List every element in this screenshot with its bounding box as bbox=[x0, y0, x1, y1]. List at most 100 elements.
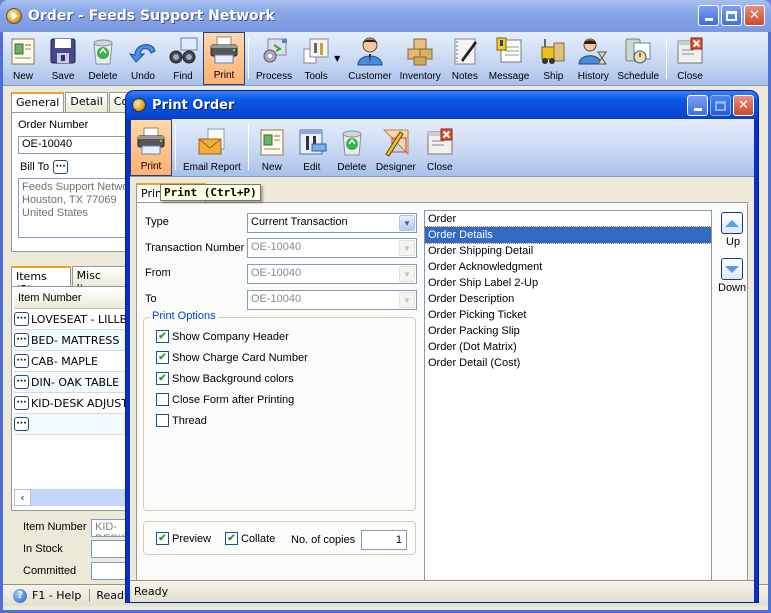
close-button[interactable]: ✕ bbox=[744, 5, 765, 26]
toolbar-button-label: Schedule bbox=[617, 71, 660, 82]
tab-general[interactable]: General bbox=[11, 92, 65, 113]
toolbar-delete-button[interactable]: Delete bbox=[332, 119, 372, 176]
message-icon bbox=[493, 35, 525, 67]
report-list-item[interactable]: Order Detail (Cost) bbox=[425, 355, 711, 371]
order-number-input[interactable]: OE-10040 bbox=[18, 136, 143, 154]
option-thread-checkbox[interactable]: Thread bbox=[156, 414, 207, 427]
tab-detail[interactable]: Detail bbox=[65, 92, 108, 112]
dialog-close-button[interactable]: ✕ bbox=[733, 95, 754, 116]
move-down-button[interactable] bbox=[721, 258, 743, 280]
bill-to-line: Houston, TX 77069 bbox=[22, 194, 117, 206]
option-show-company-header-checkbox[interactable]: ✔ Show Company Header bbox=[156, 330, 289, 343]
toolbar-delete-button[interactable]: Delete bbox=[83, 32, 123, 85]
toolbar-tools-button[interactable]: Tools bbox=[296, 32, 336, 85]
main-toolbar: New Save Delete Undo Find Print Process Tools ▼ C… bbox=[3, 32, 768, 86]
bill-to-address[interactable]: Feeds Support Network Houston, TX 77069 … bbox=[18, 178, 134, 238]
bill-to-lookup-button[interactable]: ··· bbox=[53, 160, 69, 174]
option-close-form-after-printing-checkbox[interactable]: Close Form after Printing bbox=[156, 393, 294, 406]
main-titlebar[interactable]: Order - Feeds Support Network ✕ bbox=[0, 0, 771, 32]
toolbar-close-button[interactable]: Close bbox=[420, 119, 460, 176]
minimize-icon bbox=[704, 18, 713, 21]
dialog-titlebar[interactable]: Print Order ✕ bbox=[126, 91, 758, 119]
toolbar-undo-button[interactable]: Undo bbox=[123, 32, 163, 85]
toolbar-save-button[interactable]: Save bbox=[43, 32, 83, 85]
maximize-button[interactable] bbox=[721, 5, 742, 26]
up-label: Up bbox=[726, 236, 741, 248]
boxes-icon bbox=[404, 35, 436, 67]
undo-arrow-icon bbox=[127, 35, 159, 67]
table-row[interactable]: ··· LOVESEAT - LILLBI bbox=[14, 309, 138, 330]
table-row[interactable]: ··· CAB- MAPLE bbox=[14, 351, 138, 372]
report-list[interactable]: Order Order Details Order Shipping Detail O… bbox=[424, 210, 712, 582]
toolbar-edit-button[interactable]: Edit bbox=[292, 119, 332, 176]
toolbar-customer-button[interactable]: Customer bbox=[344, 32, 395, 85]
window-title: Order - Feeds Support Network bbox=[28, 8, 275, 24]
report-list-item[interactable]: Order bbox=[425, 211, 711, 227]
report-list-item[interactable]: Order Shipping Detail bbox=[425, 243, 711, 259]
dialog-minimize-button[interactable] bbox=[687, 95, 708, 116]
copies-input[interactable]: 1 bbox=[361, 530, 407, 550]
minimize-button[interactable] bbox=[698, 5, 719, 26]
toolbar-schedule-button[interactable]: Schedule bbox=[613, 32, 663, 85]
toolbar-inventory-button[interactable]: Inventory bbox=[396, 32, 445, 85]
toolbar-button-label: Process bbox=[256, 71, 293, 82]
transaction-number-value: OE-10040 bbox=[251, 241, 302, 253]
toolbar-button-label: Undo bbox=[131, 71, 155, 82]
report-list-item[interactable]: Order Details bbox=[424, 226, 712, 244]
option-show-background-colors-checkbox[interactable]: ✔ Show Background colors bbox=[156, 372, 294, 385]
report-list-item[interactable]: Order Ship Label 2-Up bbox=[425, 275, 711, 291]
toolbar-designer-button[interactable]: Designer bbox=[372, 119, 420, 176]
option-label: Close Form after Printing bbox=[172, 393, 295, 406]
table-row[interactable]: ··· DIN- OAK TABLE bbox=[14, 372, 138, 393]
move-up-button[interactable] bbox=[721, 212, 743, 234]
table-row[interactable]: ··· KID-DESK ADJUST bbox=[14, 393, 138, 414]
item-lookup-button[interactable]: ··· bbox=[14, 417, 29, 431]
toolbar-process-button[interactable]: Process bbox=[252, 32, 296, 85]
toolbar-print-button[interactable]: Print bbox=[203, 32, 245, 85]
item-lookup-button[interactable]: ··· bbox=[14, 333, 29, 347]
dropdown-caret-icon[interactable]: ▼ bbox=[334, 54, 340, 63]
table-row[interactable]: ··· bbox=[14, 414, 138, 435]
scroll-left-button[interactable]: ‹ bbox=[14, 489, 31, 506]
toolbar-new-button[interactable]: New bbox=[252, 119, 292, 176]
order-form-panel: General Detail Comm Order Number OE-1004… bbox=[11, 92, 155, 602]
preview-checkbox[interactable]: ✔ Preview bbox=[156, 532, 211, 545]
collate-checkbox[interactable]: ✔ Collate bbox=[225, 532, 275, 545]
report-list-item[interactable]: Order Description bbox=[425, 291, 711, 307]
report-list-item[interactable]: Order (Dot Matrix) bbox=[425, 339, 711, 355]
option-show-charge-card-number-checkbox[interactable]: ✔ Show Charge Card Number bbox=[156, 351, 308, 364]
item-lookup-button[interactable]: ··· bbox=[14, 396, 29, 410]
report-list-item[interactable]: Order Acknowledgment bbox=[425, 259, 711, 275]
horizontal-scrollbar[interactable]: ‹ bbox=[14, 489, 140, 506]
toolbar-print-button[interactable]: Print bbox=[130, 119, 172, 176]
table-row[interactable]: ··· BED- MATTRESS bbox=[14, 330, 138, 351]
toolbar-close-button[interactable]: Close bbox=[670, 32, 710, 85]
toolbar-notes-button[interactable]: Notes bbox=[445, 32, 485, 85]
transaction-number-select[interactable]: OE-10040 ▼ bbox=[247, 238, 417, 258]
item-lookup-button[interactable]: ··· bbox=[14, 312, 29, 326]
item-lookup-button[interactable]: ··· bbox=[14, 354, 29, 368]
toolbar-button-label: History bbox=[577, 71, 609, 82]
toolbar-message-button[interactable]: Message bbox=[485, 32, 534, 85]
toolbar-ship-button[interactable]: Ship bbox=[533, 32, 573, 85]
type-select[interactable]: Current Transaction ▼ bbox=[247, 213, 417, 233]
print-order-dialog: Print Order ✕ Print Email Report New Edit De… bbox=[126, 91, 758, 602]
dialog-maximize-button[interactable] bbox=[710, 95, 731, 116]
tab-items[interactable]: Items (5) bbox=[11, 266, 71, 296]
general-tab-panel: Order Number OE-10040 Bill To ··· Feeds … bbox=[11, 112, 143, 252]
from-select[interactable]: OE-10040 ▼ bbox=[247, 264, 417, 284]
item-lookup-button[interactable]: ··· bbox=[14, 375, 29, 389]
toolbar-button-label: Message bbox=[488, 71, 530, 82]
printer-icon bbox=[135, 125, 167, 157]
option-label: Show Background colors bbox=[172, 372, 294, 385]
toolbar-find-button[interactable]: Find bbox=[163, 32, 203, 85]
to-select[interactable]: OE-10040 ▼ bbox=[247, 290, 417, 310]
items-grid-header[interactable]: Item Number bbox=[14, 289, 138, 309]
report-list-item[interactable]: Order Packing Slip bbox=[425, 323, 711, 339]
toolbar-history-button[interactable]: History bbox=[573, 32, 613, 85]
toolbar-button-label: Print bbox=[213, 70, 235, 81]
toolbar-new-button[interactable]: New bbox=[3, 32, 43, 85]
toolbar-email-report-button[interactable]: Email Report bbox=[179, 119, 245, 176]
toolbar-button-label: Find bbox=[173, 71, 193, 82]
report-list-item[interactable]: Order Picking Ticket bbox=[425, 307, 711, 323]
